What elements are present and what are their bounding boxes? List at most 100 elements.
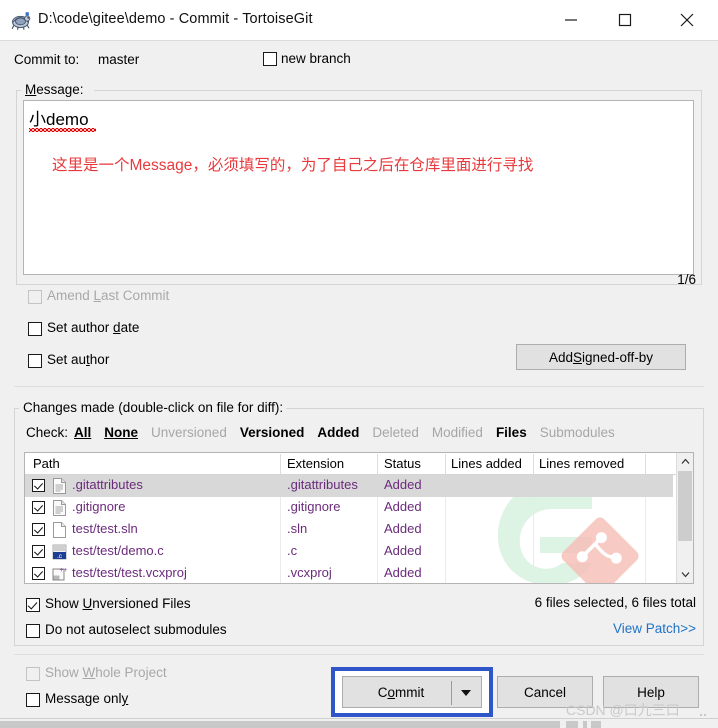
check-link-all[interactable]: All bbox=[74, 425, 91, 440]
check-label: Check: bbox=[26, 425, 69, 440]
row-checkbox[interactable] bbox=[32, 567, 45, 580]
check-link-files[interactable]: Files bbox=[496, 425, 527, 440]
changes-group-border-left bbox=[14, 408, 19, 409]
row-extension: .gitattributes bbox=[287, 477, 358, 492]
blank-file-icon bbox=[52, 522, 67, 538]
commit-button[interactable]: Commit bbox=[342, 676, 482, 708]
scroll-down-arrow-icon[interactable] bbox=[677, 566, 693, 583]
row-status: Added bbox=[384, 521, 422, 536]
commit-message-textarea[interactable]: 小demo 这里是一个Message，必须填写的，为了自己之后在仓库里面进行寻找 bbox=[23, 100, 694, 275]
row-status: Added bbox=[384, 477, 422, 492]
check-link-unversioned[interactable]: Unversioned bbox=[151, 425, 227, 440]
help-button[interactable]: Help bbox=[603, 676, 699, 708]
message-counter: 1/6 bbox=[677, 272, 696, 287]
commit-button-divider bbox=[451, 681, 452, 705]
commit-message-line-1: 小demo bbox=[29, 110, 89, 129]
file-list-rows: .gitattributes .gitattributes Added .git… bbox=[25, 475, 673, 583]
table-row[interactable]: .c test/test/demo.c .c Added bbox=[25, 541, 673, 563]
row-path: test/test.sln bbox=[72, 521, 138, 536]
new-branch-checkbox[interactable] bbox=[263, 52, 277, 66]
message-group-border-right bbox=[94, 90, 702, 91]
show-unversioned-files-label: Show Unversioned Files bbox=[45, 596, 191, 611]
show-whole-project-checkbox bbox=[26, 667, 40, 681]
column-header-extension[interactable]: Extension bbox=[287, 456, 344, 471]
new-branch-label: new branch bbox=[281, 51, 351, 66]
check-link-modified[interactable]: Modified bbox=[432, 425, 483, 440]
c-source-icon: .c bbox=[52, 544, 67, 560]
do-not-autoselect-submodules-checkbox[interactable] bbox=[26, 624, 40, 638]
table-row[interactable]: .gitignore .gitignore Added bbox=[25, 497, 673, 519]
set-author-date-label: Set author date bbox=[47, 320, 140, 335]
text-file-icon bbox=[52, 478, 67, 494]
column-header-status[interactable]: Status bbox=[384, 456, 421, 471]
status-bar bbox=[0, 718, 718, 728]
title-bar: D:\code\gitee\demo - Commit - TortoiseGi… bbox=[0, 0, 718, 41]
text-file-icon bbox=[52, 500, 67, 516]
message-group-title: Message: bbox=[22, 82, 87, 97]
commit-to-branch-value[interactable]: master bbox=[98, 52, 139, 67]
svg-text:++: ++ bbox=[59, 567, 67, 574]
header-divider-4[interactable] bbox=[533, 454, 534, 474]
check-link-submodules[interactable]: Submodules bbox=[540, 425, 615, 440]
check-link-deleted[interactable]: Deleted bbox=[372, 425, 419, 440]
minimize-button[interactable] bbox=[548, 0, 594, 40]
row-status: Added bbox=[384, 499, 422, 514]
row-path: .gitignore bbox=[72, 499, 126, 514]
header-divider-3[interactable] bbox=[445, 454, 446, 474]
changes-group-title: Changes made (double-click on file for d… bbox=[20, 400, 287, 415]
header-divider-5[interactable] bbox=[645, 454, 646, 474]
header-divider-2[interactable] bbox=[377, 454, 378, 474]
status-bar-segment-1 bbox=[0, 721, 560, 728]
table-row[interactable]: .gitattributes .gitattributes Added bbox=[25, 475, 673, 497]
spellcheck-underline bbox=[29, 128, 96, 132]
row-path: test/test/test.vcxproj bbox=[72, 565, 187, 580]
close-button[interactable] bbox=[664, 0, 710, 40]
row-status: Added bbox=[384, 565, 422, 580]
scroll-up-arrow-icon[interactable] bbox=[677, 453, 693, 470]
amend-last-commit-label: Amend Last Commit bbox=[47, 288, 170, 303]
column-header-lines-added[interactable]: Lines added bbox=[451, 456, 522, 471]
message-group-title-rest: essage: bbox=[36, 82, 84, 97]
commit-button-label: Commit bbox=[377, 684, 425, 700]
row-extension: .sln bbox=[287, 521, 308, 536]
column-header-path[interactable]: Path bbox=[33, 456, 60, 471]
row-extension: .vcxproj bbox=[287, 565, 332, 580]
row-path: .gitattributes bbox=[72, 477, 143, 492]
file-list-scrollbar[interactable] bbox=[676, 453, 693, 583]
row-checkbox[interactable] bbox=[32, 501, 45, 514]
add-signed-off-by-button[interactable]: Add Signed-off-by bbox=[516, 344, 686, 370]
view-patch-link[interactable]: View Patch>> bbox=[613, 621, 696, 636]
table-row[interactable]: ++ test/test/test.vcxproj .vcxproj Added bbox=[25, 563, 673, 583]
row-checkbox[interactable] bbox=[32, 523, 45, 536]
window-title: D:\code\gitee\demo - Commit - TortoiseGi… bbox=[38, 11, 313, 27]
scrollbar-thumb[interactable] bbox=[678, 471, 692, 541]
amend-last-commit-checkbox bbox=[28, 290, 42, 304]
status-bar-segment-2 bbox=[566, 721, 578, 728]
check-link-added[interactable]: Added bbox=[317, 425, 359, 440]
row-checkbox[interactable] bbox=[32, 479, 45, 492]
table-row[interactable]: test/test.sln .sln Added bbox=[25, 519, 673, 541]
column-header-lines-removed[interactable]: Lines removed bbox=[539, 456, 624, 471]
set-author-checkbox[interactable] bbox=[28, 354, 42, 368]
changes-group-border-right bbox=[270, 408, 704, 409]
header-divider-1[interactable] bbox=[280, 454, 281, 474]
files-selected-total-label: 6 files selected, 6 files total bbox=[534, 595, 696, 610]
separator-lower bbox=[14, 654, 704, 655]
changed-files-list[interactable]: Path Extension Status Lines added Lines … bbox=[24, 452, 694, 584]
commit-to-label: Commit to: bbox=[14, 52, 80, 67]
show-unversioned-files-checkbox[interactable] bbox=[26, 598, 40, 612]
maximize-button[interactable] bbox=[602, 0, 648, 40]
set-author-date-checkbox[interactable] bbox=[28, 322, 42, 336]
check-link-versioned[interactable]: Versioned bbox=[240, 425, 305, 440]
vcxproj-icon: ++ bbox=[52, 566, 68, 582]
message-only-checkbox[interactable] bbox=[26, 693, 40, 707]
row-checkbox[interactable] bbox=[32, 545, 45, 558]
message-group-border-left bbox=[16, 90, 21, 91]
check-link-none[interactable]: None bbox=[104, 425, 138, 440]
row-status: Added bbox=[384, 543, 422, 558]
chevron-down-icon[interactable] bbox=[461, 690, 471, 696]
do-not-autoselect-submodules-label: Do not autoselect submodules bbox=[45, 622, 227, 637]
message-only-label: Message only bbox=[45, 691, 129, 706]
cancel-button[interactable]: Cancel bbox=[497, 676, 593, 708]
svg-text:.c: .c bbox=[57, 553, 63, 560]
